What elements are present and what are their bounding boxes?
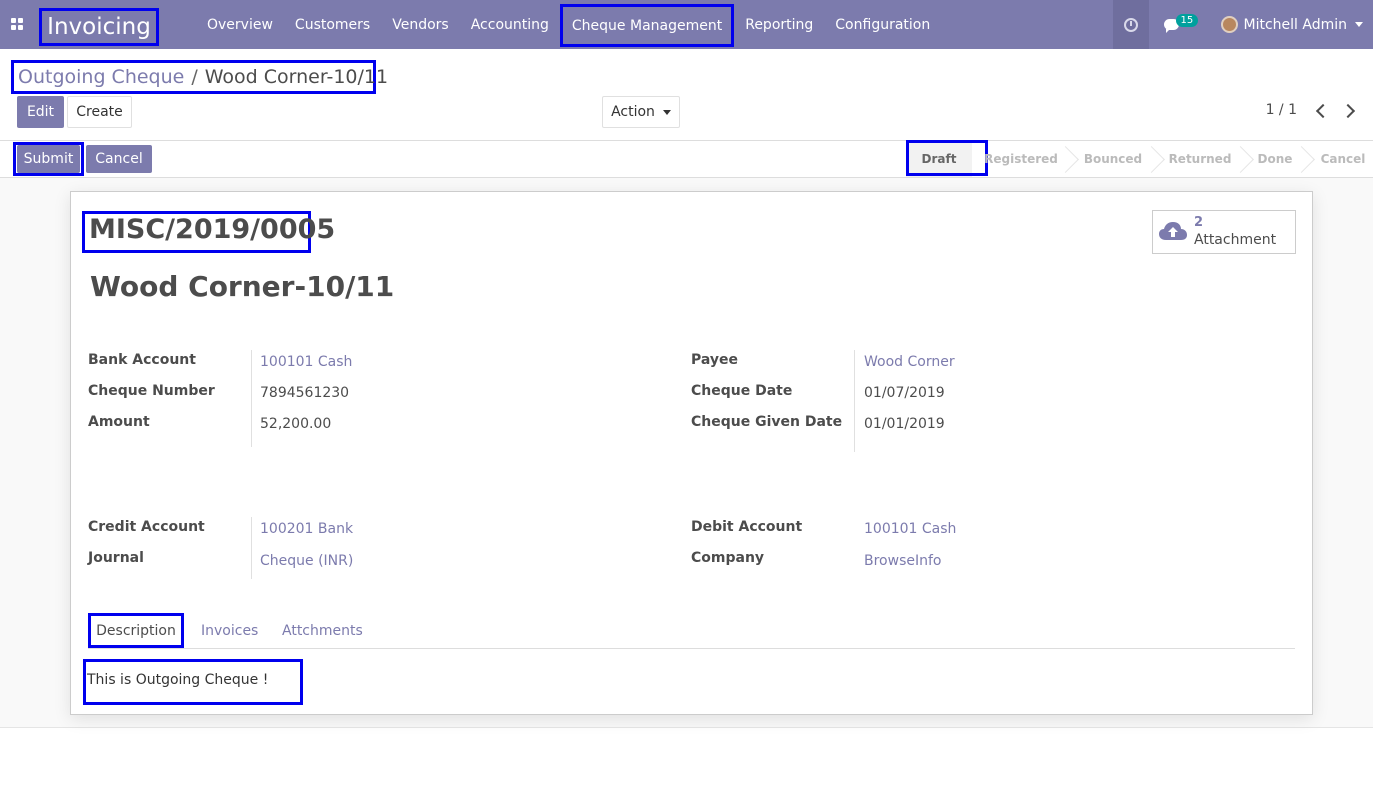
tab-description[interactable]: Description bbox=[88, 613, 184, 648]
description-text: This is Outgoing Cheque ! bbox=[87, 672, 269, 688]
activity-button[interactable] bbox=[1112, 0, 1149, 49]
message-count-badge: 15 bbox=[1175, 14, 1199, 27]
menu-cheque-management[interactable]: Cheque Management bbox=[559, 4, 735, 47]
cheque-date-value: 01/07/2019 bbox=[864, 385, 945, 401]
user-menu[interactable]: Mitchell Admin bbox=[1209, 16, 1373, 33]
main-menu: Overview Customers Vendors Accounting Ch… bbox=[196, 0, 941, 49]
breadcrumb-current: Wood Corner-10/11 bbox=[204, 66, 389, 88]
menu-accounting[interactable]: Accounting bbox=[460, 0, 560, 49]
submit-button[interactable]: Submit bbox=[17, 145, 80, 173]
pager-next-icon[interactable] bbox=[1340, 103, 1356, 119]
payee-label: Payee bbox=[691, 352, 739, 368]
action-dropdown[interactable]: Action bbox=[602, 96, 680, 128]
create-button[interactable]: Create bbox=[67, 96, 132, 128]
attachment-button[interactable]: 2 Attachment bbox=[1152, 210, 1296, 254]
pager-prev-icon[interactable] bbox=[1315, 103, 1331, 119]
cheque-number-value: 7894561230 bbox=[260, 385, 350, 401]
cloud-upload-icon bbox=[1159, 222, 1187, 240]
amount-value: 52,200.00 bbox=[260, 416, 332, 432]
status-bar: Submit Cancel Draft Registered Bounced R… bbox=[0, 140, 1373, 178]
breadcrumb-separator: / bbox=[191, 66, 198, 88]
navbar-right: 15 Mitchell Admin bbox=[1112, 0, 1373, 49]
company-label: Company bbox=[691, 550, 765, 566]
stage-cancel[interactable]: Cancel bbox=[1313, 141, 1373, 177]
menu-reporting[interactable]: Reporting bbox=[734, 0, 824, 49]
top-navbar: Invoicing Overview Customers Vendors Acc… bbox=[0, 0, 1373, 49]
attachment-count: 2 bbox=[1194, 215, 1204, 230]
edit-button[interactable]: Edit bbox=[17, 96, 64, 128]
avatar bbox=[1220, 16, 1238, 33]
action-label: Action bbox=[611, 104, 655, 120]
messaging-button[interactable]: 15 bbox=[1149, 0, 1209, 49]
apps-grid-icon[interactable] bbox=[11, 18, 23, 30]
breadcrumb: Outgoing Cheque / Wood Corner-10/11 bbox=[11, 60, 388, 94]
field-divider bbox=[251, 517, 252, 579]
debit-account-label: Debit Account bbox=[691, 519, 803, 535]
menu-configuration[interactable]: Configuration bbox=[824, 0, 941, 49]
record-reference: MISC/2019/0005 bbox=[89, 214, 336, 245]
debit-account-value[interactable]: 100101 Cash bbox=[864, 521, 956, 537]
draft-highlight bbox=[906, 140, 988, 176]
amount-label: Amount bbox=[88, 414, 150, 430]
tab-invoices[interactable]: Invoices bbox=[201, 613, 258, 648]
caret-down-icon bbox=[662, 109, 671, 115]
menu-customers[interactable]: Customers bbox=[284, 0, 381, 49]
bank-account-value[interactable]: 100101 Cash bbox=[260, 354, 352, 370]
cancel-button[interactable]: Cancel bbox=[86, 145, 152, 173]
payee-value[interactable]: Wood Corner bbox=[864, 354, 955, 370]
notebook-tabs: Description Invoices Attchments bbox=[88, 613, 1295, 649]
company-value[interactable]: BrowseInfo bbox=[864, 553, 941, 569]
menu-vendors[interactable]: Vendors bbox=[381, 0, 459, 49]
journal-label: Journal bbox=[88, 550, 144, 566]
cheque-given-date-value: 01/01/2019 bbox=[864, 416, 945, 432]
menu-overview[interactable]: Overview bbox=[196, 0, 284, 49]
app-brand[interactable]: Invoicing bbox=[39, 8, 159, 46]
credit-account-value[interactable]: 100201 Bank bbox=[260, 521, 353, 537]
attachment-label: Attachment bbox=[1194, 232, 1277, 248]
clock-icon bbox=[1123, 17, 1138, 32]
tab-attachments[interactable]: Attchments bbox=[282, 613, 363, 648]
form-sheet: MISC/2019/0005 Wood Corner-10/11 2 Attac… bbox=[70, 191, 1313, 715]
journal-value[interactable]: Cheque (INR) bbox=[260, 553, 353, 569]
stage-registered[interactable]: Registered bbox=[980, 141, 1062, 177]
user-name: Mitchell Admin bbox=[1243, 16, 1348, 33]
credit-account-label: Credit Account bbox=[88, 519, 205, 535]
stage-divider bbox=[1296, 143, 1314, 175]
pager-value: 1 / 1 bbox=[1265, 102, 1297, 118]
cheque-number-label: Cheque Number bbox=[88, 383, 215, 399]
cheque-given-date-label: Cheque Given Date bbox=[691, 414, 843, 430]
field-divider bbox=[251, 350, 252, 447]
breadcrumb-parent[interactable]: Outgoing Cheque bbox=[18, 66, 184, 88]
caret-down-icon bbox=[1355, 22, 1363, 27]
cheque-date-label: Cheque Date bbox=[691, 383, 793, 399]
bank-account-label: Bank Account bbox=[88, 352, 196, 368]
field-divider bbox=[854, 350, 855, 452]
record-title: Wood Corner-10/11 bbox=[90, 270, 395, 303]
